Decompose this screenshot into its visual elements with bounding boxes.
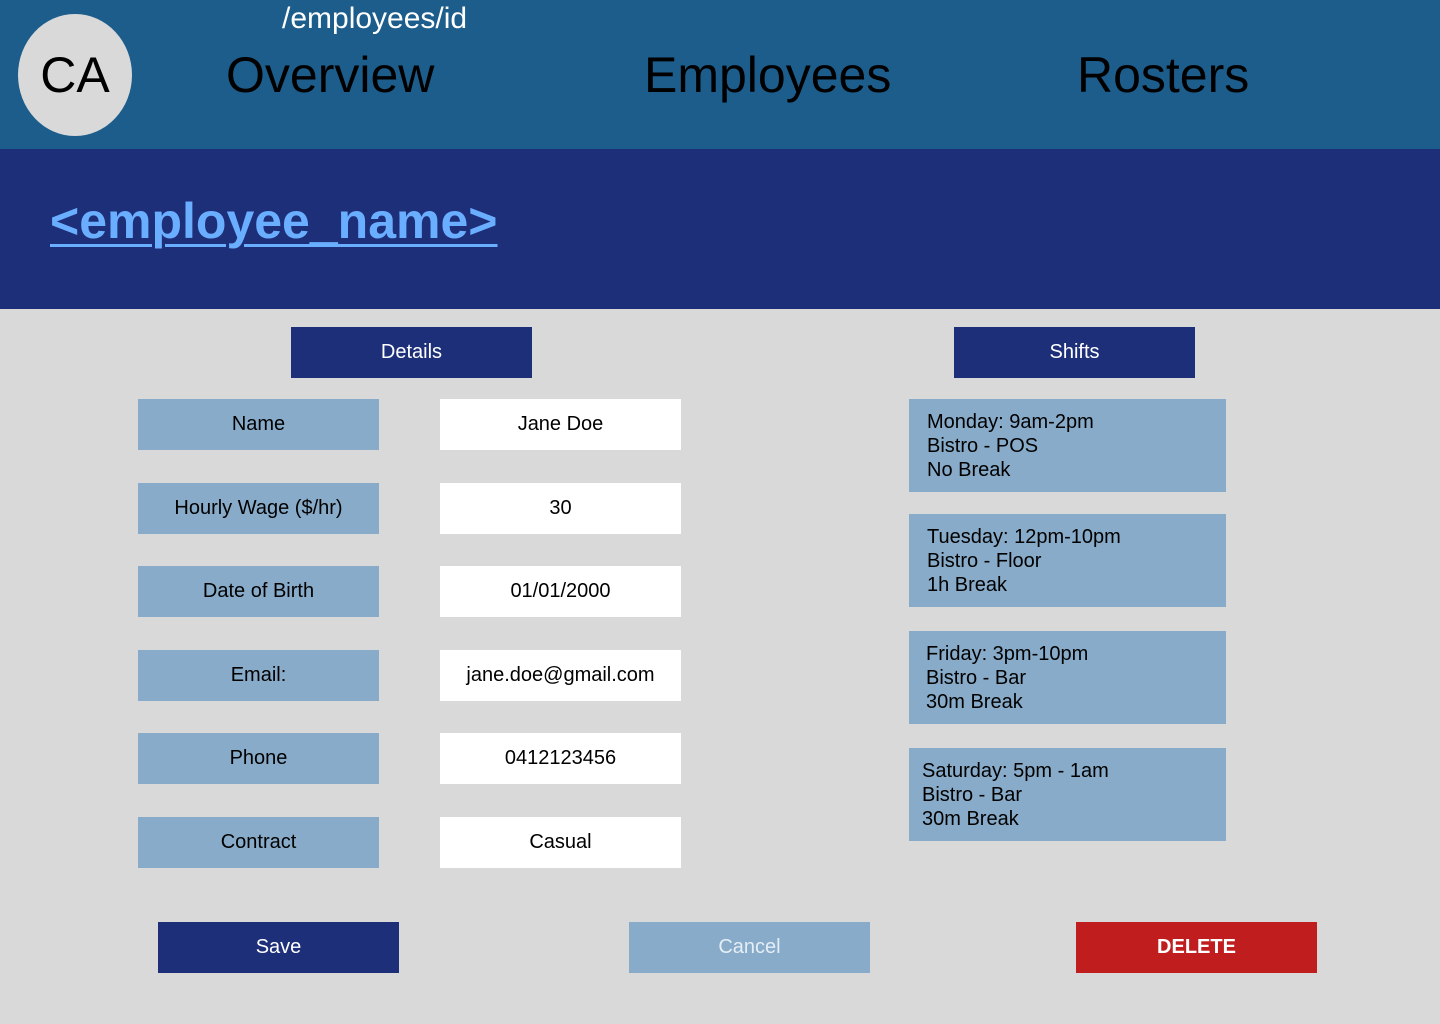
shift-location: Bistro - Bar xyxy=(922,784,1023,806)
name-label: Name xyxy=(138,399,379,450)
dob-field[interactable]: 01/01/2000 xyxy=(440,566,681,617)
shift-time: Monday: 9am-2pm xyxy=(927,411,1094,433)
cancel-button[interactable]: Cancel xyxy=(629,922,870,973)
details-header: Details xyxy=(291,327,532,378)
shift-time: Friday: 3pm-10pm xyxy=(926,643,1089,665)
contract-field[interactable]: Casual xyxy=(440,817,681,868)
nav-employees[interactable]: Employees xyxy=(644,46,891,104)
hourly-wage-label: Hourly Wage ($/hr) xyxy=(138,483,379,534)
email-label: Email: xyxy=(138,650,379,701)
contract-label: Contract xyxy=(138,817,379,868)
save-button[interactable]: Save xyxy=(158,922,399,973)
shift-break: 1h Break xyxy=(927,574,1008,596)
phone-field[interactable]: 0412123456 xyxy=(440,733,681,784)
shift-card[interactable]: Tuesday: 12pm-10pm Bistro - Floor 1h Bre… xyxy=(909,514,1226,607)
shift-break: 30m Break xyxy=(922,808,1019,830)
shift-card[interactable]: Saturday: 5pm - 1am Bistro - Bar 30m Bre… xyxy=(909,748,1226,841)
shift-location: Bistro - POS xyxy=(927,435,1039,457)
shift-time: Saturday: 5pm - 1am xyxy=(922,760,1109,782)
shift-time: Tuesday: 12pm-10pm xyxy=(927,526,1121,548)
shifts-header: Shifts xyxy=(954,327,1195,378)
shift-location: Bistro - Bar xyxy=(926,667,1027,689)
avatar[interactable]: CA xyxy=(18,14,132,136)
top-nav-bar: CA /employees/id Overview Employees Rost… xyxy=(0,0,1440,149)
phone-label: Phone xyxy=(138,733,379,784)
delete-button[interactable]: DELETE xyxy=(1076,922,1317,973)
shift-location: Bistro - Floor xyxy=(927,550,1042,572)
nav-overview[interactable]: Overview xyxy=(226,46,434,104)
shift-break: No Break xyxy=(927,459,1011,481)
name-field[interactable]: Jane Doe xyxy=(440,399,681,450)
shift-break: 30m Break xyxy=(926,691,1023,713)
dob-label: Date of Birth xyxy=(138,566,379,617)
hourly-wage-field[interactable]: 30 xyxy=(440,483,681,534)
employee-name-title[interactable]: <employee_name> xyxy=(50,192,498,250)
shift-card[interactable]: Monday: 9am-2pm Bistro - POS No Break xyxy=(909,399,1226,492)
nav-rosters[interactable]: Rosters xyxy=(1077,46,1249,104)
email-field[interactable]: jane.doe@gmail.com xyxy=(440,650,681,701)
shift-card[interactable]: Friday: 3pm-10pm Bistro - Bar 30m Break xyxy=(909,631,1226,724)
route-path: /employees/id xyxy=(282,2,468,35)
